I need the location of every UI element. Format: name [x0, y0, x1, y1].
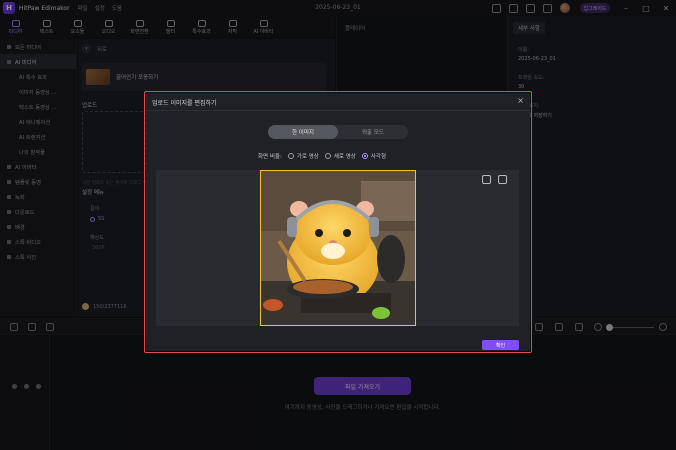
- app-window: H HitPaw Edimakor 파일 설정 도움 2025-06-23_01…: [0, 0, 676, 450]
- tab-outing-mode[interactable]: 외출 모드: [338, 125, 408, 139]
- ratio-label: 세로 영상: [333, 154, 356, 160]
- radio-icon: [324, 153, 331, 159]
- confirm-button[interactable]: 확인: [482, 340, 519, 350]
- hamster-cooking-image: [261, 171, 415, 325]
- radio-icon: [287, 153, 294, 159]
- ratio-landscape[interactable]: 가로 영상: [287, 152, 319, 160]
- radio-selected-icon: [361, 153, 368, 159]
- ratio-square[interactable]: 사각형: [361, 152, 387, 160]
- crop-canvas: [156, 170, 519, 326]
- trash-icon[interactable]: [498, 175, 507, 184]
- dialog-header: 업로드 이미지를 편집하기 ×: [146, 93, 530, 111]
- ratio-label: 사각형: [370, 154, 387, 160]
- ratio-portrait[interactable]: 세로 영상: [324, 152, 356, 160]
- swap-icon[interactable]: [482, 175, 491, 184]
- mode-switch: 한 이미지 외출 모드: [268, 125, 408, 139]
- aspect-ratio-row: 화면 비율: 가로 영상 세로 영상 사각형: [258, 152, 386, 160]
- ratio-label: 가로 영상: [296, 154, 319, 160]
- aspect-ratio-label: 화면 비율:: [258, 154, 282, 160]
- crop-frame[interactable]: [260, 170, 416, 326]
- close-icon[interactable]: ×: [517, 96, 524, 105]
- tab-single-image[interactable]: 한 이미지: [268, 125, 338, 139]
- dialog-title: 업로드 이미지를 편집하기: [152, 100, 217, 107]
- edit-image-dialog: 업로드 이미지를 편집하기 × 한 이미지 외출 모드 화면 비율: 가로 영상…: [146, 93, 530, 351]
